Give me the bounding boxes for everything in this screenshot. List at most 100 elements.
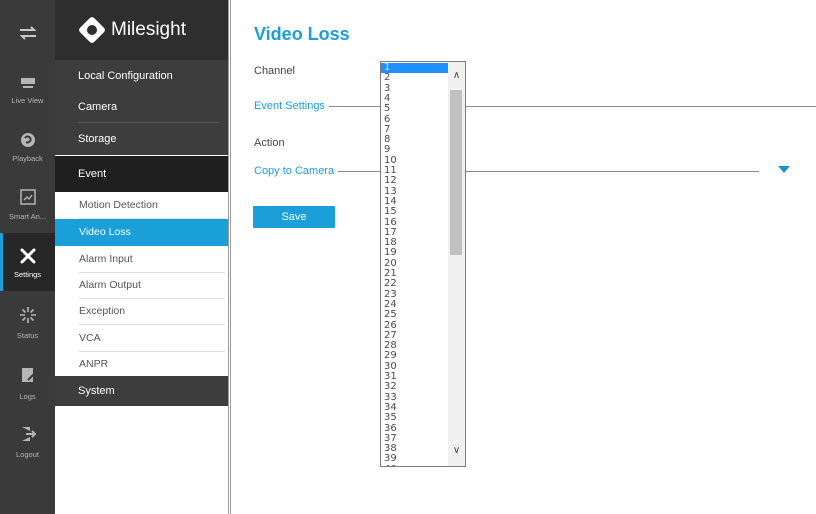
submenu-item-label: ANPR bbox=[79, 358, 109, 370]
channel-option[interactable]: 1 bbox=[381, 62, 448, 74]
channel-option[interactable]: 31 bbox=[381, 371, 448, 382]
tools-icon bbox=[0, 247, 55, 270]
playback-icon bbox=[0, 132, 55, 153]
channel-option[interactable]: 20 bbox=[381, 258, 448, 269]
channel-option[interactable]: 10 bbox=[381, 155, 448, 166]
channel-option[interactable]: 5 bbox=[381, 103, 448, 114]
brand-header: Milesight bbox=[55, 0, 229, 60]
channel-option[interactable]: 37 bbox=[381, 433, 448, 444]
channel-option[interactable]: 18 bbox=[381, 237, 448, 248]
brand-name: Milesight bbox=[111, 19, 186, 40]
menu-item-storage[interactable]: Storage bbox=[55, 123, 229, 155]
submenu-item-label: Exception bbox=[79, 305, 126, 317]
monitor-icon bbox=[0, 76, 55, 94]
channel-option[interactable]: 22 bbox=[381, 278, 448, 289]
section-divider bbox=[254, 106, 816, 107]
menu-item-label: Camera bbox=[78, 101, 118, 113]
action-label: Action bbox=[254, 137, 285, 149]
menu-item-system[interactable]: System bbox=[55, 376, 229, 406]
submenu-item-exception[interactable]: Exception bbox=[55, 298, 229, 325]
rail-label: Logs bbox=[19, 392, 36, 401]
channel-option[interactable]: 8 bbox=[381, 134, 448, 145]
settings-menu: Milesight Local Configuration Camera Sto… bbox=[55, 0, 229, 514]
rail-item-logout[interactable]: Logout bbox=[0, 418, 55, 476]
submenu-item-alarm-input[interactable]: Alarm Input bbox=[55, 246, 229, 273]
channel-option[interactable]: 36 bbox=[381, 423, 448, 434]
submenu-item-vca[interactable]: VCA bbox=[55, 325, 229, 352]
channel-option[interactable]: 40 bbox=[381, 464, 448, 466]
channel-option[interactable]: 38 bbox=[381, 443, 448, 454]
channel-option[interactable]: 21 bbox=[381, 268, 448, 279]
channel-option[interactable]: 32 bbox=[381, 381, 448, 392]
channel-option[interactable]: 35 bbox=[381, 412, 448, 423]
rail-item-logs[interactable]: Logs bbox=[0, 358, 55, 416]
channel-option[interactable]: 16 bbox=[381, 217, 448, 228]
channel-option[interactable]: 27 bbox=[381, 330, 448, 341]
menu-item-local-configuration[interactable]: Local Configuration bbox=[55, 60, 229, 92]
channel-option[interactable]: 17 bbox=[381, 227, 448, 238]
channel-option[interactable]: 2 bbox=[381, 72, 448, 83]
rail-label: Logout bbox=[16, 450, 39, 459]
icon-rail: Live View Playback Smart An... Settings … bbox=[0, 0, 55, 514]
submenu-item-motion-detection[interactable]: Motion Detection bbox=[55, 192, 229, 219]
channel-option[interactable]: 28 bbox=[381, 340, 448, 351]
panel-divider bbox=[228, 0, 231, 514]
menu-item-event[interactable]: Event bbox=[55, 156, 229, 192]
channel-option[interactable]: 34 bbox=[381, 402, 448, 413]
rail-item-settings[interactable]: Settings bbox=[0, 233, 55, 291]
rail-item-live-view[interactable]: Live View bbox=[0, 64, 55, 122]
submenu-item-video-loss[interactable]: Video Loss bbox=[55, 219, 229, 246]
event-settings-section[interactable]: Event Settings bbox=[254, 100, 329, 112]
channel-option[interactable]: 23 bbox=[381, 289, 448, 300]
channel-option[interactable]: 15 bbox=[381, 206, 448, 217]
channel-option[interactable]: 4 bbox=[381, 93, 448, 104]
channel-option[interactable]: 33 bbox=[381, 392, 448, 403]
channel-option[interactable]: 12 bbox=[381, 175, 448, 186]
channel-option[interactable]: 9 bbox=[381, 145, 448, 156]
menu-item-camera[interactable]: Camera bbox=[55, 91, 229, 123]
copy-to-camera-section[interactable]: Copy to Camera bbox=[254, 165, 339, 177]
rail-label: Status bbox=[16, 331, 39, 340]
expand-triangle-icon[interactable] bbox=[778, 166, 790, 173]
channel-option[interactable]: 26 bbox=[381, 320, 448, 331]
save-button[interactable]: Save bbox=[253, 206, 335, 228]
channel-option[interactable]: 19 bbox=[381, 248, 448, 259]
milesight-logo-icon bbox=[77, 15, 107, 45]
channel-option[interactable]: 30 bbox=[381, 361, 448, 372]
scroll-up-icon[interactable]: ∧ bbox=[448, 68, 465, 84]
rail-item-playback[interactable]: Playback bbox=[0, 122, 55, 180]
rail-item-smart-analytics[interactable]: Smart An... bbox=[0, 180, 55, 238]
smart-analytics-icon bbox=[0, 189, 55, 210]
channel-option[interactable]: 25 bbox=[381, 309, 448, 320]
submenu-item-label: Alarm Output bbox=[79, 279, 141, 291]
scrollbar[interactable]: ∧ ∨ bbox=[448, 62, 465, 466]
menu-item-label: Local Configuration bbox=[78, 70, 173, 82]
channel-option[interactable]: 11 bbox=[381, 165, 448, 176]
channel-option[interactable]: 24 bbox=[381, 299, 448, 310]
menu-item-label: System bbox=[78, 385, 115, 397]
status-icon bbox=[0, 306, 55, 329]
channel-dropdown-list[interactable]: 4039383736353433323130292827262524232221… bbox=[380, 61, 466, 467]
channel-option[interactable]: 3 bbox=[381, 83, 448, 94]
menu-item-label: Event bbox=[78, 168, 107, 180]
channel-option[interactable]: 13 bbox=[381, 186, 448, 197]
logout-icon bbox=[0, 426, 55, 447]
submenu-item-anpr[interactable]: ANPR bbox=[55, 351, 229, 378]
channel-option[interactable]: 29 bbox=[381, 351, 448, 362]
submenu-item-alarm-output[interactable]: Alarm Output bbox=[55, 272, 229, 299]
channel-label: Channel bbox=[254, 65, 295, 77]
channel-option[interactable]: 6 bbox=[381, 114, 448, 125]
scroll-thumb[interactable] bbox=[450, 90, 462, 255]
rail-label: Settings bbox=[13, 270, 42, 279]
rail-toggle-button[interactable] bbox=[0, 4, 55, 58]
swap-arrows-icon bbox=[0, 26, 55, 45]
channel-option[interactable]: 14 bbox=[381, 196, 448, 207]
rail-item-status[interactable]: Status bbox=[0, 298, 55, 356]
rail-label: Playback bbox=[12, 154, 43, 163]
app-window: Live View Playback Smart An... Settings … bbox=[0, 0, 816, 514]
scroll-down-icon[interactable]: ∨ bbox=[448, 443, 465, 459]
rail-label: Live View bbox=[11, 96, 44, 105]
channel-option[interactable]: 39 bbox=[381, 454, 448, 465]
logs-icon bbox=[0, 367, 55, 388]
channel-option[interactable]: 7 bbox=[381, 124, 448, 135]
